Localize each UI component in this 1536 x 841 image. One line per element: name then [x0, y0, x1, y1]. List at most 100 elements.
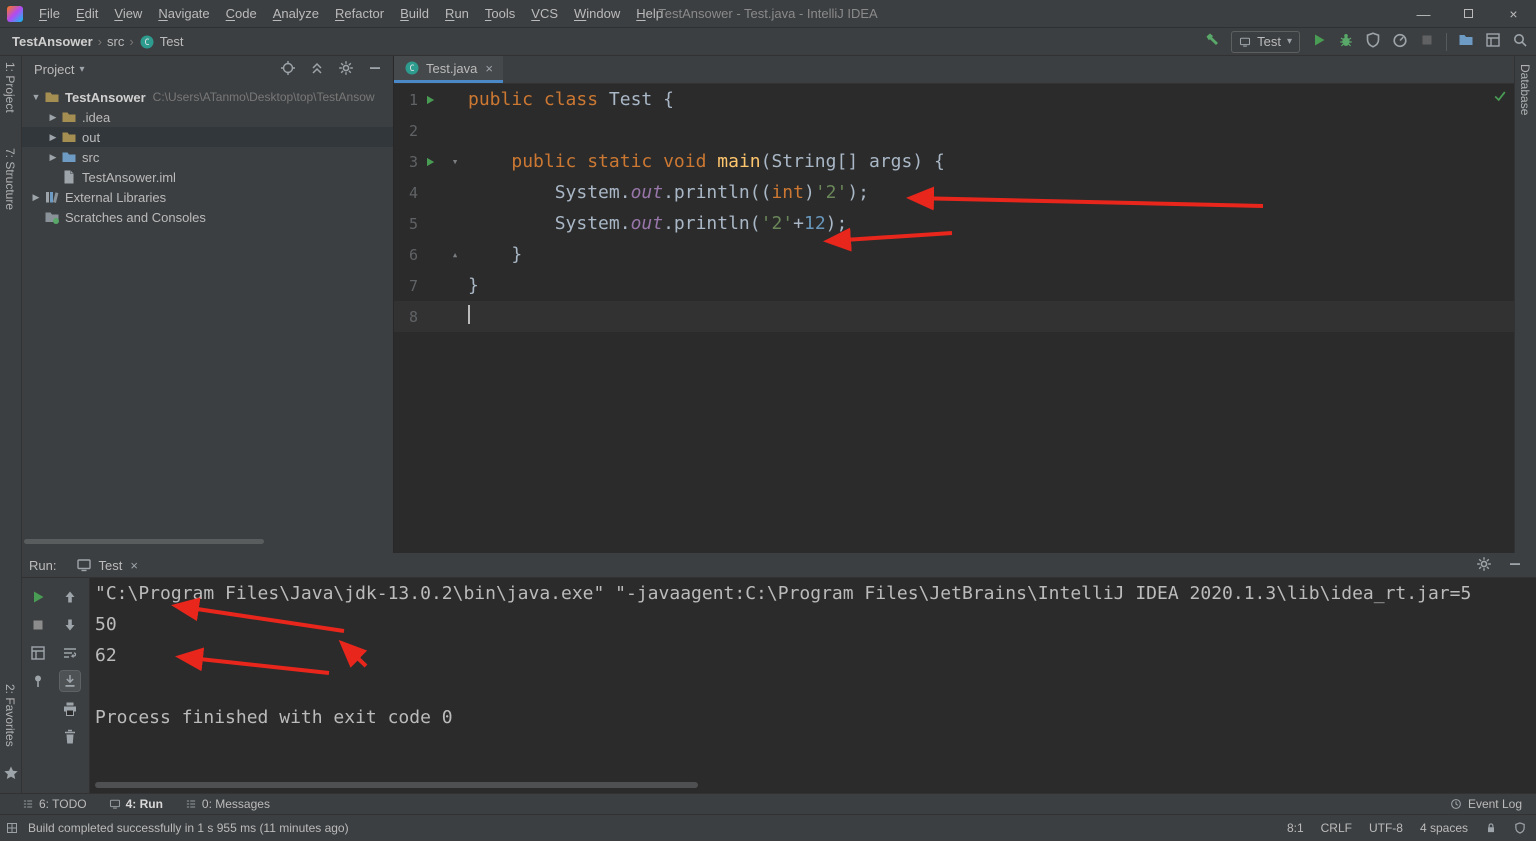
restore-layout-button[interactable] [1485, 32, 1501, 51]
indent-widget[interactable]: 4 spaces [1420, 821, 1468, 835]
project-structure-button[interactable] [1458, 32, 1474, 51]
menu-view[interactable]: View [106, 0, 150, 27]
list-icon [185, 798, 197, 810]
console-output[interactable]: "C:\Program Files\Java\jdk-13.0.2\bin\ja… [95, 578, 1536, 793]
build-button[interactable] [1204, 32, 1220, 51]
menu-file[interactable]: File [31, 0, 68, 27]
breadcrumb-item-src[interactable]: src [107, 34, 124, 49]
sidebar-item-database[interactable]: Database [1518, 64, 1532, 115]
project-horizontal-scrollbar[interactable] [24, 539, 264, 544]
indicator-icon[interactable] [1514, 822, 1526, 834]
debug-button[interactable] [1338, 32, 1354, 51]
soft-wrap-button[interactable] [60, 643, 80, 663]
sidebar-item-structure[interactable]: 7: Structure [3, 148, 17, 210]
clear-all-button[interactable] [60, 727, 80, 747]
tool-window-switcher-icon[interactable] [0, 822, 24, 834]
minimize-button[interactable]: — [1401, 0, 1446, 27]
menu-window[interactable]: Window [566, 0, 628, 27]
fold-marker-icon[interactable]: ▴ [442, 248, 468, 261]
menu-build[interactable]: Build [392, 0, 437, 27]
tree-expand-icon[interactable]: ▶ [45, 132, 61, 143]
project-tree: ▼ TestAnsower C:\Users\ATanmo\Desktop\top\… [22, 84, 393, 227]
close-button[interactable]: × [1491, 0, 1536, 27]
folder-src-icon [61, 149, 77, 165]
run-line-icon[interactable] [418, 94, 442, 106]
menu-run[interactable]: Run [437, 0, 477, 27]
tree-expand-icon[interactable]: ▶ [45, 112, 61, 123]
sidebar-item-project[interactable]: 1: Project [3, 62, 17, 113]
console-toolbar-col1 [22, 578, 54, 793]
run-gutter-play-icon[interactable] [424, 156, 436, 168]
scroll-to-end-button[interactable] [59, 670, 81, 692]
project-panel-title[interactable]: Project [34, 62, 74, 77]
tree-item-scratches-and-consoles[interactable]: Scratches and Consoles [22, 207, 393, 227]
fold-marker-icon[interactable]: ▾ [442, 155, 468, 168]
tree-item-out[interactable]: ▶ out [22, 127, 393, 147]
run-with-coverage-button[interactable] [1365, 32, 1381, 51]
print-button[interactable] [60, 699, 80, 719]
caret-position-widget[interactable]: 8:1 [1287, 821, 1304, 835]
minimize-button[interactable] [1507, 556, 1523, 575]
select-opened-file-button[interactable] [280, 60, 296, 79]
profiler-button[interactable] [1392, 32, 1408, 51]
next-occurrence-button[interactable] [60, 615, 80, 635]
close-tab-icon[interactable]: × [485, 61, 493, 76]
hide-button[interactable] [367, 60, 383, 79]
toolwindow-button-6-todo[interactable]: 6: TODO [22, 797, 87, 811]
menu-edit[interactable]: Edit [68, 0, 106, 27]
pin-icon [30, 673, 46, 689]
inspections-ok-icon[interactable] [1493, 87, 1507, 102]
rerun-button[interactable] [28, 587, 48, 607]
lock-icon[interactable] [1485, 822, 1497, 834]
close-run-tab-icon[interactable]: × [130, 558, 138, 573]
run-config-selector[interactable]: Test ▾ [1231, 30, 1300, 53]
code-token: + [793, 213, 804, 234]
collapse-all-button[interactable] [309, 60, 325, 79]
meter-icon [1392, 32, 1408, 48]
breadcrumb-item-testansower[interactable]: TestAnsower [12, 34, 93, 49]
gear-icon [1476, 556, 1492, 572]
menu-tools[interactable]: Tools [477, 0, 523, 27]
encoding-widget[interactable]: UTF-8 [1369, 821, 1403, 835]
tree-item-testansower[interactable]: ▼ TestAnsower C:\Users\ATanmo\Desktop\top\… [22, 87, 393, 107]
run-line-icon[interactable] [418, 156, 442, 168]
project-panel-header: Project ▾ [22, 56, 393, 84]
tree-expand-icon[interactable]: ▶ [28, 192, 44, 203]
menu-refactor[interactable]: Refactor [327, 0, 392, 27]
prev-occurrence-button[interactable] [60, 587, 80, 607]
settings-button[interactable] [338, 60, 354, 79]
menu-vcs[interactable]: VCS [523, 0, 566, 27]
tab-test-java[interactable]: C Test.java × [394, 56, 503, 83]
run-button[interactable] [1311, 32, 1327, 51]
stop-button[interactable] [28, 615, 48, 635]
tree-item-src[interactable]: ▶ src [22, 147, 393, 167]
menu-code[interactable]: Code [218, 0, 265, 27]
code-line-4: 4 System.out.println((int)'2'); [394, 177, 1514, 208]
tree-item-idea[interactable]: ▶ .idea [22, 107, 393, 127]
layout-icon [30, 645, 46, 661]
toolwindow-button-4-run[interactable]: 4: Run [109, 797, 163, 811]
toolwindow-button-0-messages[interactable]: 0: Messages [185, 797, 270, 811]
monitor-icon [109, 798, 121, 810]
sidebar-item-favorites[interactable]: 2: Favorites [3, 684, 17, 747]
tool-window-bar: 6: TODO 4: Run 0: Messages Event Log [0, 793, 1536, 814]
line-separator-widget[interactable]: CRLF [1321, 821, 1352, 835]
tree-collapse-icon[interactable]: ▼ [28, 92, 44, 102]
tree-expand-icon[interactable]: ▶ [45, 152, 61, 163]
favorites-star-icon[interactable] [3, 765, 19, 781]
event-log-button[interactable]: Event Log [1450, 797, 1536, 811]
tree-item-testansower-iml[interactable]: TestAnsower.iml [22, 167, 393, 187]
run-tab-test[interactable]: Test × [66, 553, 147, 577]
settings-button[interactable] [1476, 556, 1492, 575]
pin-button[interactable] [28, 671, 48, 691]
menu-navigate[interactable]: Navigate [150, 0, 217, 27]
breadcrumb-item-test[interactable]: Test [160, 34, 184, 49]
code-editor[interactable]: 1 public class Test {2 3 ▾ public static vo… [394, 84, 1514, 553]
tree-item-external-libraries[interactable]: ▶ External Libraries [22, 187, 393, 207]
maximize-button[interactable] [1446, 0, 1491, 27]
run-gutter-play-icon[interactable] [424, 94, 436, 106]
console-horizontal-scrollbar[interactable] [95, 782, 698, 788]
restore-layout-button[interactable] [28, 643, 48, 663]
menu-analyze[interactable]: Analyze [265, 0, 327, 27]
search-everywhere-button[interactable] [1512, 32, 1528, 51]
